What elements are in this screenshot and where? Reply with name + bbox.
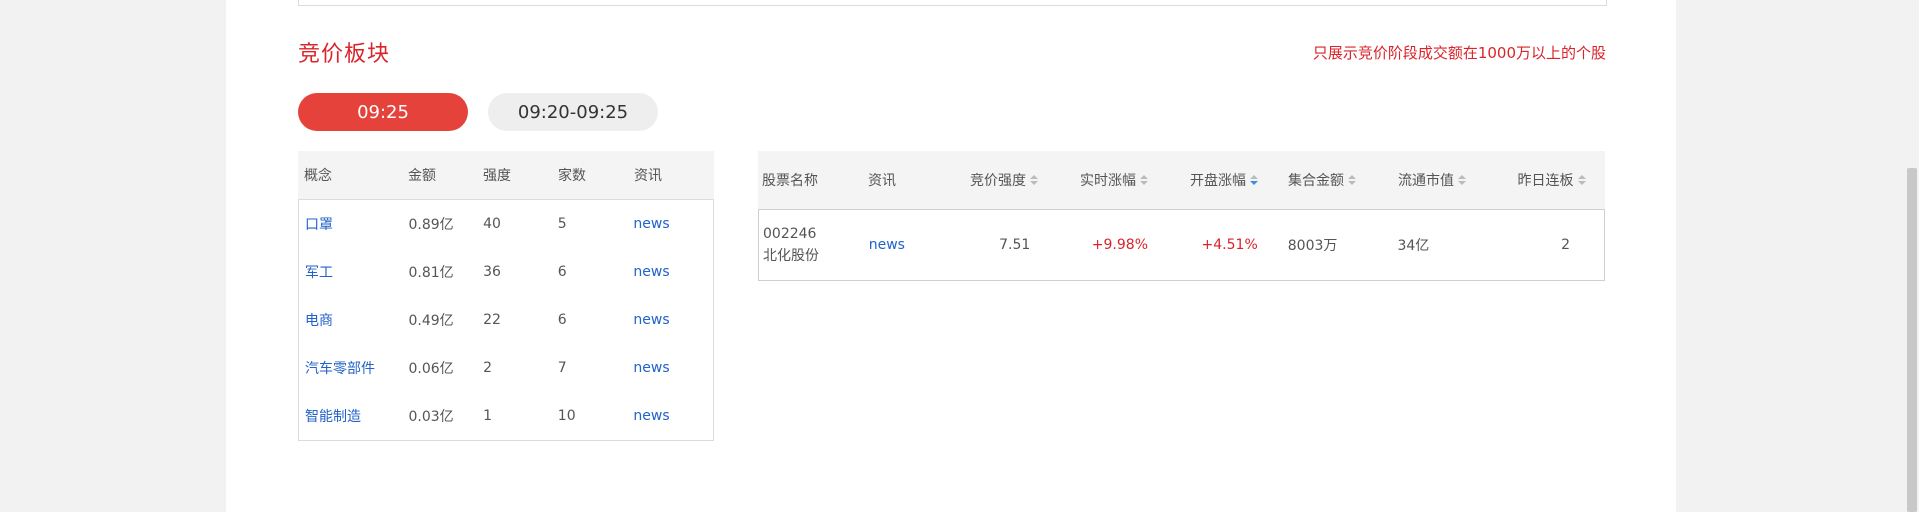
header-stock-name-label: 股票名称: [762, 173, 818, 189]
header-count: 家数: [558, 168, 586, 184]
filter-notice: 只展示竞价阶段成交额在1000万以上的个股: [1312, 44, 1606, 62]
main-content: 竞价板块 只展示竞价阶段成交额在1000万以上的个股 09:25 09:20-0…: [226, 0, 1676, 512]
concept-count: 6: [557, 312, 567, 328]
news-link[interactable]: news: [633, 408, 713, 424]
concept-count: 5: [557, 216, 567, 232]
concept-count: 10: [557, 408, 576, 424]
news-link[interactable]: news: [869, 237, 949, 253]
header-concept: 概念: [304, 168, 332, 184]
sort-desc-active-icon[interactable]: [1250, 175, 1258, 185]
table-row: 002246 北化股份 news 7.51 +9.98% +4.51% 8003…: [758, 209, 1605, 281]
header-news: 资讯: [868, 170, 948, 190]
stock-name-cell[interactable]: 002246 北化股份: [759, 223, 869, 267]
concept-table-body: 口罩 0.89亿 40 5 news 军工 0.81亿 36 6 news 电商…: [298, 199, 714, 441]
table-row: 口罩 0.89亿 40 5 news: [299, 200, 713, 248]
header-news-label: 资讯: [868, 173, 896, 189]
concept-table: 概念 金额 强度 家数 资讯 口罩 0.89亿 40 5 news 军工 0.8…: [298, 151, 714, 441]
concept-name-link[interactable]: 智能制造: [299, 406, 409, 426]
table-row: 智能制造 0.03亿 1 10 news: [299, 392, 713, 440]
concept-strength: 40: [483, 216, 501, 232]
previous-section-box: [298, 0, 1607, 6]
scrollbar[interactable]: [1905, 0, 1919, 512]
table-row: 电商 0.49亿 22 6 news: [299, 296, 713, 344]
header-prev-limit-days[interactable]: 昨日连板: [1498, 170, 1605, 190]
table-row: 汽车零部件 0.06亿 2 7 news: [299, 344, 713, 392]
sort-icon[interactable]: [1140, 175, 1148, 185]
open-change: +4.51%: [1201, 237, 1258, 253]
stock-table: 股票名称 资讯 竞价强度 实时涨幅 开盘涨幅 集合金额 流通市值 昨日连板 00…: [758, 151, 1605, 281]
news-link[interactable]: news: [633, 264, 713, 280]
header-open-change[interactable]: 开盘涨幅: [1168, 170, 1278, 190]
header-float-cap-label: 流通市值: [1398, 173, 1454, 189]
news-link[interactable]: news: [633, 360, 713, 376]
concept-name-link[interactable]: 汽车零部件: [299, 358, 409, 378]
header-realtime-change-label: 实时涨幅: [1080, 173, 1136, 189]
concept-table-header: 概念 金额 强度 家数 资讯: [298, 151, 714, 199]
header-prev-limit-days-label: 昨日连板: [1517, 173, 1574, 189]
tab-0920-0925[interactable]: 09:20-09:25: [488, 93, 658, 131]
header-open-change-label: 开盘涨幅: [1190, 173, 1246, 189]
realtime-change: +9.98%: [1091, 237, 1149, 253]
concept-amount: 0.06亿: [408, 361, 454, 377]
header-auction-strength-label: 竞价强度: [970, 173, 1026, 189]
news-link[interactable]: news: [633, 312, 713, 328]
concept-amount: 0.89亿: [408, 217, 454, 233]
concept-amount: 0.49亿: [408, 313, 454, 329]
section-title: 竞价板块: [298, 42, 391, 67]
concept-name-link[interactable]: 口罩: [299, 214, 409, 234]
sort-icon[interactable]: [1577, 175, 1586, 185]
concept-count: 7: [557, 360, 567, 376]
tab-0925[interactable]: 09:25: [298, 93, 468, 131]
auction-amount: 8003万: [1287, 238, 1338, 254]
stock-code: 002246: [763, 226, 817, 242]
news-link[interactable]: news: [633, 216, 713, 232]
sort-icon[interactable]: [1458, 175, 1466, 185]
auction-strength: 7.51: [999, 237, 1031, 253]
concept-strength: 22: [483, 312, 501, 328]
stock-name: 北化股份: [763, 248, 819, 264]
stock-table-header: 股票名称 资讯 竞价强度 实时涨幅 开盘涨幅 集合金额 流通市值 昨日连板: [758, 151, 1605, 209]
header-stock-name: 股票名称: [758, 170, 868, 190]
concept-count: 6: [557, 264, 567, 280]
sort-icon[interactable]: [1030, 175, 1038, 185]
sort-icon[interactable]: [1348, 175, 1356, 185]
concept-strength: 2: [483, 360, 493, 376]
header-auction-strength[interactable]: 竞价强度: [948, 170, 1058, 190]
header-strength: 强度: [483, 168, 511, 184]
concept-name-link[interactable]: 军工: [299, 262, 409, 282]
float-cap: 34亿: [1397, 238, 1430, 254]
concept-strength: 36: [483, 264, 501, 280]
header-float-cap[interactable]: 流通市值: [1388, 170, 1498, 190]
header-auction-amount-label: 集合金额: [1288, 173, 1344, 189]
concept-name-link[interactable]: 电商: [299, 310, 409, 330]
concept-amount: 0.03亿: [408, 409, 454, 425]
prev-limit-days: 2: [1561, 237, 1571, 253]
header-amount: 金额: [408, 168, 436, 184]
table-row: 军工 0.81亿 36 6 news: [299, 248, 713, 296]
scrollbar-thumb[interactable]: [1907, 168, 1917, 512]
header-auction-amount[interactable]: 集合金额: [1278, 170, 1388, 190]
header-news: 资讯: [634, 168, 662, 184]
concept-strength: 1: [483, 408, 493, 424]
header-realtime-change[interactable]: 实时涨幅: [1058, 170, 1168, 190]
concept-amount: 0.81亿: [408, 265, 454, 281]
